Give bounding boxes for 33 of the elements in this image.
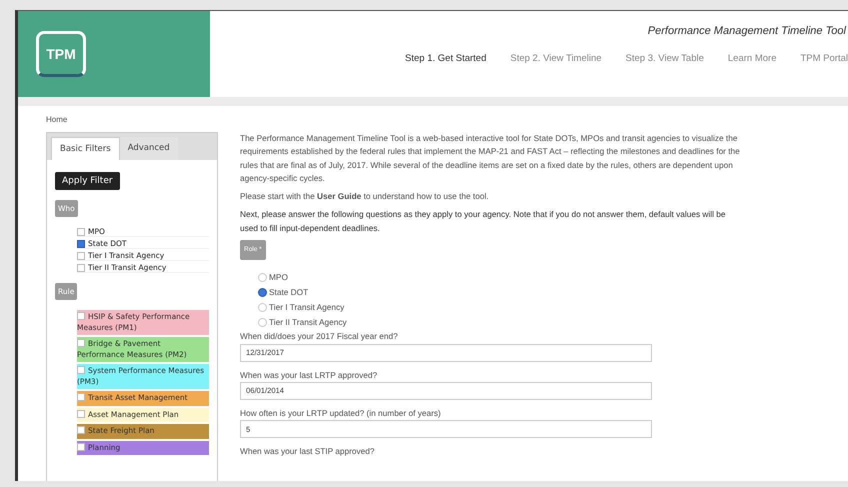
checkbox[interactable]	[77, 312, 85, 320]
apply-filter-button[interactable]: Apply Filter	[55, 172, 120, 190]
checkbox[interactable]	[77, 339, 85, 347]
checkbox[interactable]	[77, 252, 85, 260]
intro-paragraph: The Performance Management Timeline Tool is a web-based interactive tool for State DOTs, MPOs and transit agencies to visualize the requirements established by the federal rules that implement the MAP-21 and FAST Act – reflecting the milestones and deadlines for the rules that are final as of July, 2017. While several of the deadline items are set on a fixed date by the rules, others are dependent upon agency-specific cycles.	[240, 132, 741, 185]
radio-label: MPO	[269, 271, 288, 284]
nav-link[interactable]: TPM Portal	[800, 53, 848, 64]
radio-label: State DOT	[269, 286, 308, 300]
checkbox[interactable]	[77, 264, 85, 272]
checkbox[interactable]	[77, 228, 85, 236]
radio-label: Tier I Transit Agency	[269, 301, 344, 314]
filter-tab[interactable]: Advanced	[120, 137, 178, 160]
nav-link[interactable]: Step 1. Get Started	[405, 53, 486, 64]
breadcrumb[interactable]: Home	[46, 115, 848, 124]
nav-link[interactable]: Learn More	[728, 53, 776, 64]
radio-label: Tier II Transit Agency	[269, 316, 347, 330]
nav-link[interactable]: Step 2. View Timeline	[510, 53, 602, 64]
checkbox[interactable]	[77, 442, 85, 450]
question-label: When was your last LRTP approved?	[240, 368, 378, 382]
question-label: When was your last STIP approved?	[240, 445, 376, 458]
nav-link[interactable]: Step 3. View Table	[626, 53, 704, 64]
filter-tab[interactable]: Basic Filters	[51, 137, 120, 160]
instructions-paragraph: Next, please answer the following questions as they apply to your agency. Note that if you do not answer them, default values will be used to fill input-dependent deadlines.	[240, 208, 726, 235]
question-label: How often is your LRTP updated? (in number of years)	[240, 406, 442, 420]
site-title: Performance Management Timeline Tool	[648, 25, 846, 37]
radio-button[interactable]	[258, 288, 267, 298]
checkbox[interactable]	[77, 426, 85, 434]
checkbox[interactable]	[77, 240, 85, 248]
checkbox[interactable]	[77, 393, 85, 401]
checkbox[interactable]	[77, 410, 85, 418]
checkbox[interactable]	[77, 366, 85, 374]
guide-paragraph: Please start with the User Guide to understand how to use the tool.	[240, 190, 490, 204]
question-label: When did/does your 2017 Fiscal year end?	[240, 330, 399, 344]
